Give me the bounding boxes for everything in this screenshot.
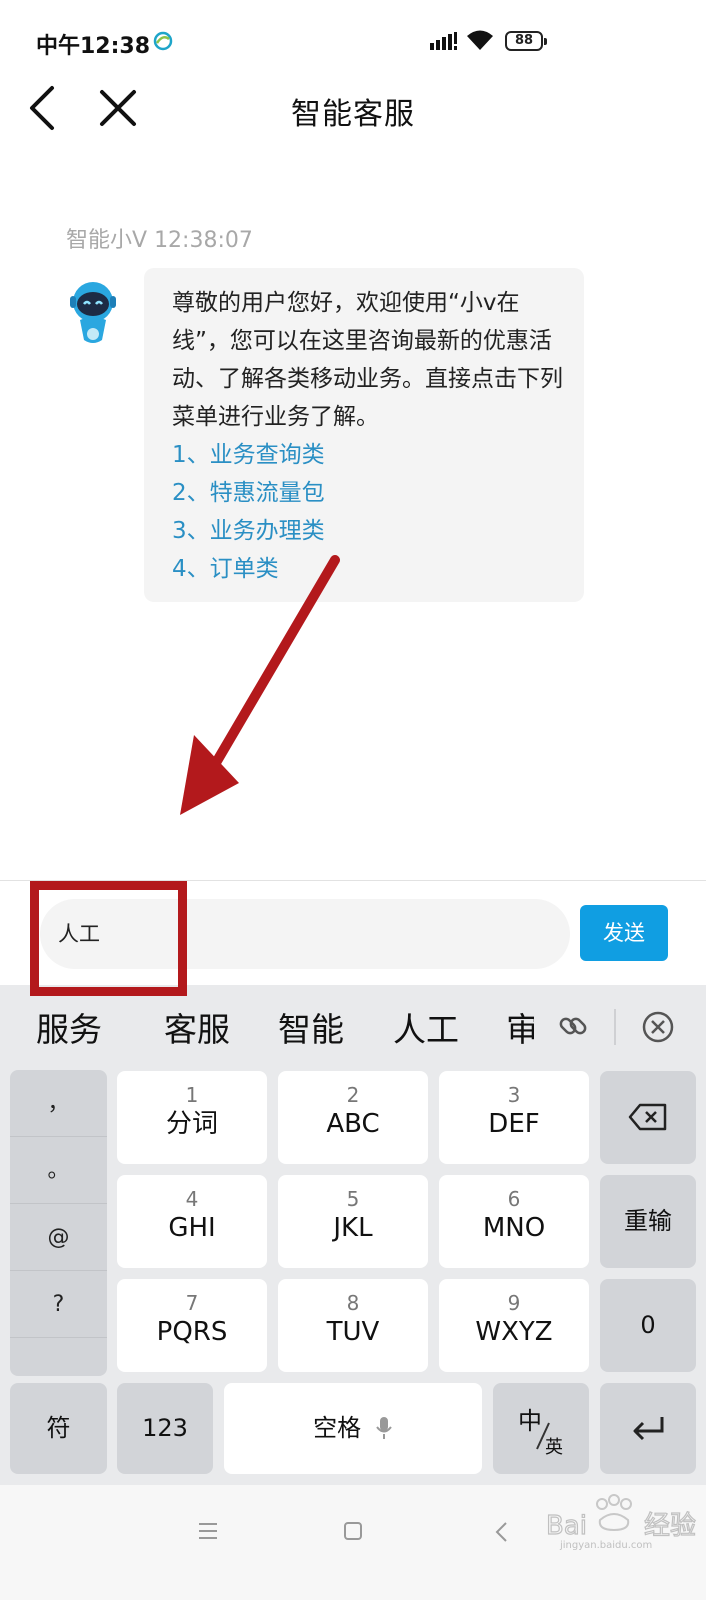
space-label: 空格 bbox=[313, 1414, 362, 1442]
space-key[interactable]: 空格 bbox=[224, 1383, 482, 1474]
enter-icon bbox=[633, 1417, 664, 1441]
key-number: 3 bbox=[507, 1083, 521, 1107]
backspace-key[interactable] bbox=[600, 1071, 696, 1164]
menu-link-data-package[interactable]: 2、特惠流量包 bbox=[172, 474, 564, 512]
menu-icon[interactable] bbox=[197, 1521, 219, 1541]
punct-comma-key[interactable]: ， bbox=[10, 1070, 107, 1137]
lang-english-label: 英 bbox=[545, 1437, 563, 1458]
home-icon[interactable] bbox=[343, 1521, 363, 1541]
header: 智能客服 bbox=[0, 84, 720, 184]
zero-key[interactable]: 0 bbox=[600, 1279, 696, 1372]
key-number: 1 bbox=[185, 1083, 199, 1107]
key-9[interactable]: 9 WXYZ bbox=[439, 1279, 589, 1372]
candidate-divider bbox=[614, 1009, 616, 1045]
key-number: 7 bbox=[185, 1291, 199, 1315]
welcome-text: 尊敬的用户您好，欢迎使用“小v在线”，您可以在这里咨询最新的优惠活动、了解各类移… bbox=[172, 290, 563, 430]
key-label: 分词 bbox=[165, 1109, 218, 1139]
back-nav-icon[interactable] bbox=[494, 1521, 510, 1543]
key-7[interactable]: 7 PQRS bbox=[117, 1279, 267, 1372]
key-8[interactable]: 8 TUV bbox=[278, 1279, 428, 1372]
collapse-keyboard-icon[interactable] bbox=[641, 1010, 675, 1044]
carrier-icon bbox=[153, 31, 173, 51]
wifi-icon bbox=[467, 30, 493, 50]
message-bubble: 尊敬的用户您好，欢迎使用“小v在线”，您可以在这里咨询最新的优惠活动、了解各类移… bbox=[144, 268, 584, 602]
system-nav-bar bbox=[0, 1485, 706, 1600]
bot-avatar bbox=[70, 282, 116, 343]
key-label: DEF bbox=[488, 1109, 540, 1139]
key-number: 9 bbox=[507, 1291, 521, 1315]
key-label: PQRS bbox=[156, 1317, 228, 1347]
sender-name: 智能小V bbox=[66, 228, 148, 253]
candidate-word[interactable]: 客服 bbox=[164, 1003, 230, 1051]
numbers-key[interactable]: 123 bbox=[117, 1383, 213, 1474]
key-label: JKL bbox=[333, 1213, 373, 1243]
punct-period-key[interactable]: 。 bbox=[10, 1137, 107, 1204]
key-3[interactable]: 3 DEF bbox=[439, 1071, 589, 1164]
key-number: 4 bbox=[185, 1187, 199, 1211]
backspace-icon bbox=[628, 1103, 667, 1131]
enter-key[interactable] bbox=[600, 1383, 696, 1474]
keyboard: 服务 客服 智能 人工 审 ， 。 @ ? 1 分词 2 ABC 3 DEF 4… bbox=[0, 985, 706, 1485]
symbols-key[interactable]: 符 bbox=[10, 1383, 107, 1474]
candidate-bar: 服务 客服 智能 人工 审 bbox=[0, 985, 706, 1065]
key-label: TUV bbox=[326, 1317, 380, 1347]
language-toggle-key[interactable]: 中 英 bbox=[493, 1383, 589, 1474]
menu-link-orders[interactable]: 4、订单类 bbox=[172, 550, 564, 588]
key-2[interactable]: 2 ABC bbox=[278, 1071, 428, 1164]
key-5[interactable]: 5 JKL bbox=[278, 1175, 428, 1268]
key-6[interactable]: 6 MNO bbox=[439, 1175, 589, 1268]
chat-input[interactable]: 人工 bbox=[40, 899, 570, 969]
input-bar: 人工 发送 bbox=[0, 880, 706, 984]
key-label: WXYZ bbox=[475, 1317, 553, 1347]
link-icon[interactable] bbox=[556, 1009, 590, 1043]
candidate-word[interactable]: 服务 bbox=[36, 1003, 102, 1051]
candidate-word[interactable]: 人工 bbox=[393, 1003, 459, 1051]
candidate-word[interactable]: 智能 bbox=[278, 1003, 344, 1051]
signal-icon bbox=[430, 32, 457, 50]
key-4[interactable]: 4 GHI bbox=[117, 1175, 267, 1268]
page-title: 智能客服 bbox=[291, 97, 415, 132]
key-number: 6 bbox=[507, 1187, 521, 1211]
punctuation-column: ， 。 @ ? bbox=[10, 1070, 107, 1376]
candidate-word-partial[interactable]: 审 bbox=[506, 1003, 534, 1051]
microphone-icon bbox=[376, 1417, 392, 1439]
message-timestamp: 12:38:07 bbox=[154, 228, 253, 253]
battery-icon: 88 bbox=[505, 31, 547, 51]
menu-link-query[interactable]: 1、业务查询类 bbox=[172, 436, 564, 474]
key-1[interactable]: 1 分词 bbox=[117, 1071, 267, 1164]
key-label: GHI bbox=[168, 1213, 216, 1243]
key-label: ABC bbox=[326, 1109, 380, 1139]
menu-link-handle[interactable]: 3、业务办理类 bbox=[172, 512, 564, 550]
status-bar: 中午12:38 88 bbox=[0, 0, 720, 84]
key-number: 5 bbox=[346, 1187, 360, 1211]
message-meta: 智能小V 12:38:07 bbox=[66, 222, 253, 254]
punct-question-key[interactable]: ? bbox=[10, 1271, 107, 1338]
status-time: 中午12:38 bbox=[36, 34, 151, 59]
key-number: 8 bbox=[346, 1291, 360, 1315]
punct-at-key[interactable]: @ bbox=[10, 1204, 107, 1271]
send-button[interactable]: 发送 bbox=[580, 905, 668, 961]
key-number: 2 bbox=[346, 1083, 360, 1107]
key-label: MNO bbox=[482, 1213, 546, 1243]
reinput-key[interactable]: 重输 bbox=[600, 1175, 696, 1268]
